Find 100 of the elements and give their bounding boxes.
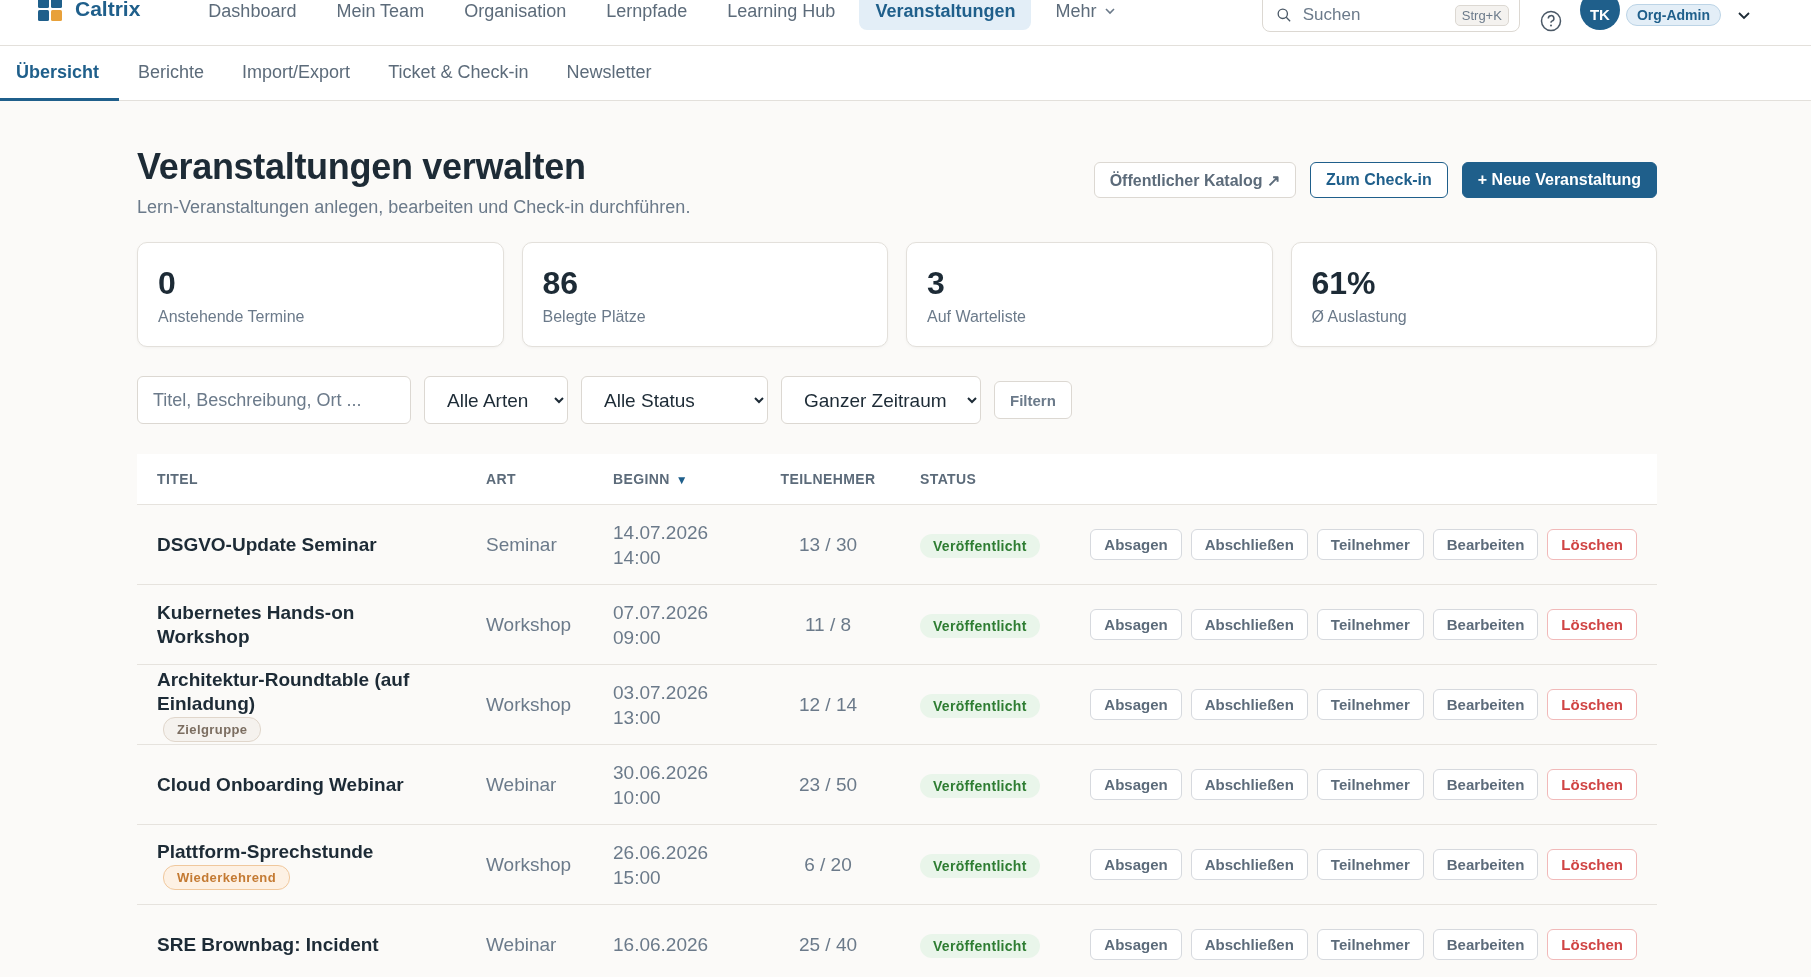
filter-dropdown[interactable]: Ganzer Zeitraum [781, 376, 981, 424]
row-action-button[interactable]: Absagen [1090, 529, 1182, 560]
tab[interactable]: Berichte [119, 46, 224, 101]
nav-link[interactable]: Mein Team [320, 0, 441, 30]
status-badge: Veröffentlicht [920, 853, 1040, 878]
table-cell-text: Workshop [486, 853, 573, 876]
status-badge: Veröffentlicht [920, 613, 1040, 638]
row-action-button[interactable]: Teilnehmer [1316, 689, 1424, 720]
table-cell-text: Seminar [486, 533, 558, 556]
shortcut-hint: Strg+K [1454, 4, 1509, 26]
filter-dropdown[interactable]: Alle Status [581, 376, 768, 424]
search-field[interactable]: Titel, Beschreibung, Ort ... [137, 376, 411, 424]
stat-value: 3 [927, 265, 946, 302]
stat-value: 0 [158, 265, 177, 302]
event-title: Cloud Onboarding Webinar [157, 772, 404, 797]
row-action-button[interactable]: Teilnehmer [1316, 849, 1424, 880]
stat-label: Belegte Plätze [542, 308, 647, 326]
search-input[interactable]: Suchen [1300, 4, 1445, 26]
event-title: Kubernetes Hands-on Workshop [157, 600, 356, 649]
date-cell-text: 07.07.2026 09:00 [613, 600, 710, 650]
nav-link[interactable]: Learning Hub [711, 0, 852, 30]
row-action-button[interactable]: Teilnehmer [1316, 769, 1424, 800]
table-cell-text: Webinar [486, 933, 558, 956]
status-badge: Veröffentlicht [920, 693, 1040, 718]
row-action-button[interactable]: Abschließen [1190, 769, 1308, 800]
column-header: TEILNEHMER [779, 471, 877, 487]
row-action-button[interactable]: Bearbeiten [1432, 689, 1539, 720]
status-badge: Veröffentlicht [920, 773, 1040, 798]
stat-label: Ø Auslastung [1311, 308, 1408, 326]
row-action-button[interactable]: Absagen [1090, 849, 1182, 880]
date-cell-text: 30.06.2026 10:00 [613, 760, 710, 810]
help-button[interactable] [1539, 10, 1562, 32]
row-action-button[interactable]: Bearbeiten [1432, 849, 1539, 880]
role-badge: Org-Admin [1625, 4, 1721, 26]
event-title: DSGVO-Update Seminar [157, 532, 377, 557]
brand-name: Caltrix [75, 0, 141, 21]
row-action-button[interactable]: Absagen [1090, 929, 1182, 960]
tab[interactable]: Ticket & Check-in [369, 46, 548, 101]
row-action-button[interactable]: Abschließen [1190, 849, 1308, 880]
new-event-button[interactable]: + Neue Veranstaltung [1461, 162, 1657, 198]
search-icon [1276, 6, 1291, 24]
row-action-button[interactable]: Bearbeiten [1432, 529, 1539, 560]
checkin-button[interactable]: Zum Check-in [1310, 162, 1448, 198]
row-action-button[interactable]: Teilnehmer [1316, 529, 1424, 560]
row-action-button[interactable]: Absagen [1090, 769, 1182, 800]
table-cell-text: 6 / 20 [803, 853, 853, 876]
row-action-button[interactable]: Absagen [1090, 609, 1182, 640]
logo-icon [38, 0, 62, 21]
delete-button[interactable]: Löschen [1547, 689, 1637, 720]
table-cell-text: Workshop [486, 613, 573, 636]
date-cell-text: 26.06.2026 15:00 [613, 840, 710, 890]
table-cell-text: Workshop [486, 693, 573, 716]
help-icon [1539, 10, 1562, 32]
nav-link[interactable]: Organisation [448, 0, 583, 30]
row-action-button[interactable]: Absagen [1090, 689, 1182, 720]
delete-button[interactable]: Löschen [1547, 929, 1637, 960]
row-action-button[interactable]: Abschließen [1190, 529, 1308, 560]
tab[interactable]: Import/Export [223, 46, 370, 101]
row-action-button[interactable]: Bearbeiten [1432, 929, 1539, 960]
row-action-button[interactable]: Abschließen [1190, 609, 1308, 640]
column-header: TITEL [157, 471, 199, 487]
stat-label: Auf Warteliste [927, 308, 1027, 326]
catalog-button[interactable]: Öffentlicher Katalog ↗ [1093, 162, 1297, 198]
sort-indicator[interactable]: ▼ [675, 473, 689, 487]
nav-link[interactable]: Lernpfade [590, 0, 704, 30]
row-action-button[interactable]: Teilnehmer [1316, 929, 1424, 960]
user-menu[interactable]: TK Org-Admin [1579, 0, 1751, 30]
filter-button[interactable]: Filtern [994, 381, 1072, 419]
column-header-label[interactable]: BEGINN [613, 471, 670, 487]
nav-link[interactable]: Mehr [1039, 0, 1133, 30]
avatar: TK [1579, 0, 1620, 30]
status-badge: Veröffentlicht [920, 933, 1040, 958]
table-cell-text: 11 / 8 [803, 613, 853, 636]
stat-value: 61% [1311, 265, 1377, 302]
chevron-icon [1737, 10, 1751, 20]
event-title: Plattform-Sprechstunde [157, 839, 374, 864]
stat-value: 86 [542, 265, 580, 302]
tab[interactable]: Newsletter [547, 46, 671, 101]
column-header: STATUS [919, 471, 978, 487]
row-action-button[interactable]: Teilnehmer [1316, 609, 1424, 640]
filter-dropdown[interactable]: Alle Arten [424, 376, 568, 424]
row-action-button[interactable]: Bearbeiten [1432, 769, 1539, 800]
nav-link[interactable]: Veranstaltungen [859, 0, 1032, 30]
delete-button[interactable]: Löschen [1547, 609, 1637, 640]
table-cell-text: 13 / 30 [797, 533, 859, 556]
search-field[interactable]: Suchen Strg+K [1261, 0, 1520, 32]
delete-button[interactable]: Löschen [1547, 849, 1637, 880]
row-action-button[interactable]: Bearbeiten [1432, 609, 1539, 640]
nav-link[interactable]: Dashboard [192, 0, 313, 30]
date-cell-text: 14.07.2026 14:00 [613, 520, 710, 570]
row-action-button[interactable]: Abschließen [1190, 689, 1308, 720]
status-badge: Veröffentlicht [920, 533, 1040, 558]
caret-icon [1104, 7, 1117, 15]
row-action-button[interactable]: Abschließen [1190, 929, 1308, 960]
table-cell-text: 12 / 14 [797, 693, 859, 716]
tab[interactable]: Übersicht [0, 46, 120, 101]
table-cell-text: Webinar [486, 773, 558, 796]
delete-button[interactable]: Löschen [1547, 529, 1637, 560]
delete-button[interactable]: Löschen [1547, 769, 1637, 800]
table-cell-text: 25 / 40 [797, 933, 859, 956]
